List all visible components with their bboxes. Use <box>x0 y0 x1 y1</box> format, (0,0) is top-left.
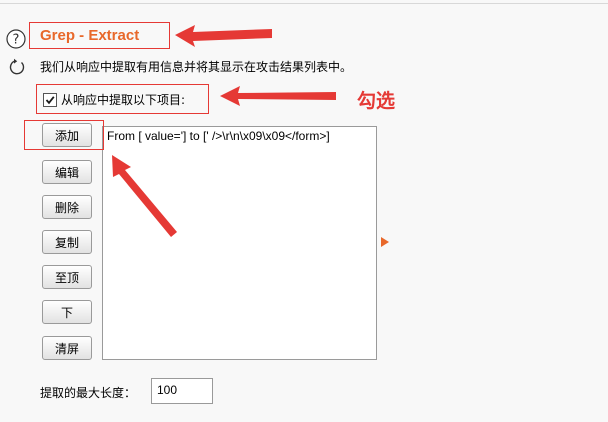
max-length-label: 提取的最大长度： <box>40 386 137 400</box>
to-top-button[interactable]: 至顶 <box>42 265 92 289</box>
annotation-label: 勾选 <box>357 90 396 112</box>
edit-button[interactable]: 编辑 <box>42 160 92 184</box>
annotation-arrow-title <box>175 25 272 47</box>
list-item[interactable]: From [ value='] to [' />\r\n\x09\x09</fo… <box>103 127 376 145</box>
expand-arrow-icon[interactable] <box>381 237 389 247</box>
svg-text:?: ? <box>13 33 20 48</box>
help-icon[interactable]: ? <box>6 29 26 49</box>
max-length-input[interactable]: 100 <box>151 378 213 404</box>
top-divider <box>0 3 608 4</box>
annotation-box-checkbox <box>36 84 209 114</box>
clear-button[interactable]: 清屏 <box>42 336 92 360</box>
duplicate-button[interactable]: 复制 <box>42 230 92 254</box>
annotation-arrow-checkbox <box>220 86 336 106</box>
annotation-box-add <box>24 120 104 150</box>
refresh-icon[interactable] <box>8 58 26 76</box>
section-description: 我们从响应中提取有用信息并将其显示在攻击结果列表中。 <box>40 60 353 74</box>
down-button[interactable]: 下 <box>42 300 92 324</box>
remove-button[interactable]: 删除 <box>42 195 92 219</box>
extract-items-list[interactable]: From [ value='] to [' />\r\n\x09\x09</fo… <box>102 126 377 360</box>
annotation-box-title <box>29 22 170 49</box>
